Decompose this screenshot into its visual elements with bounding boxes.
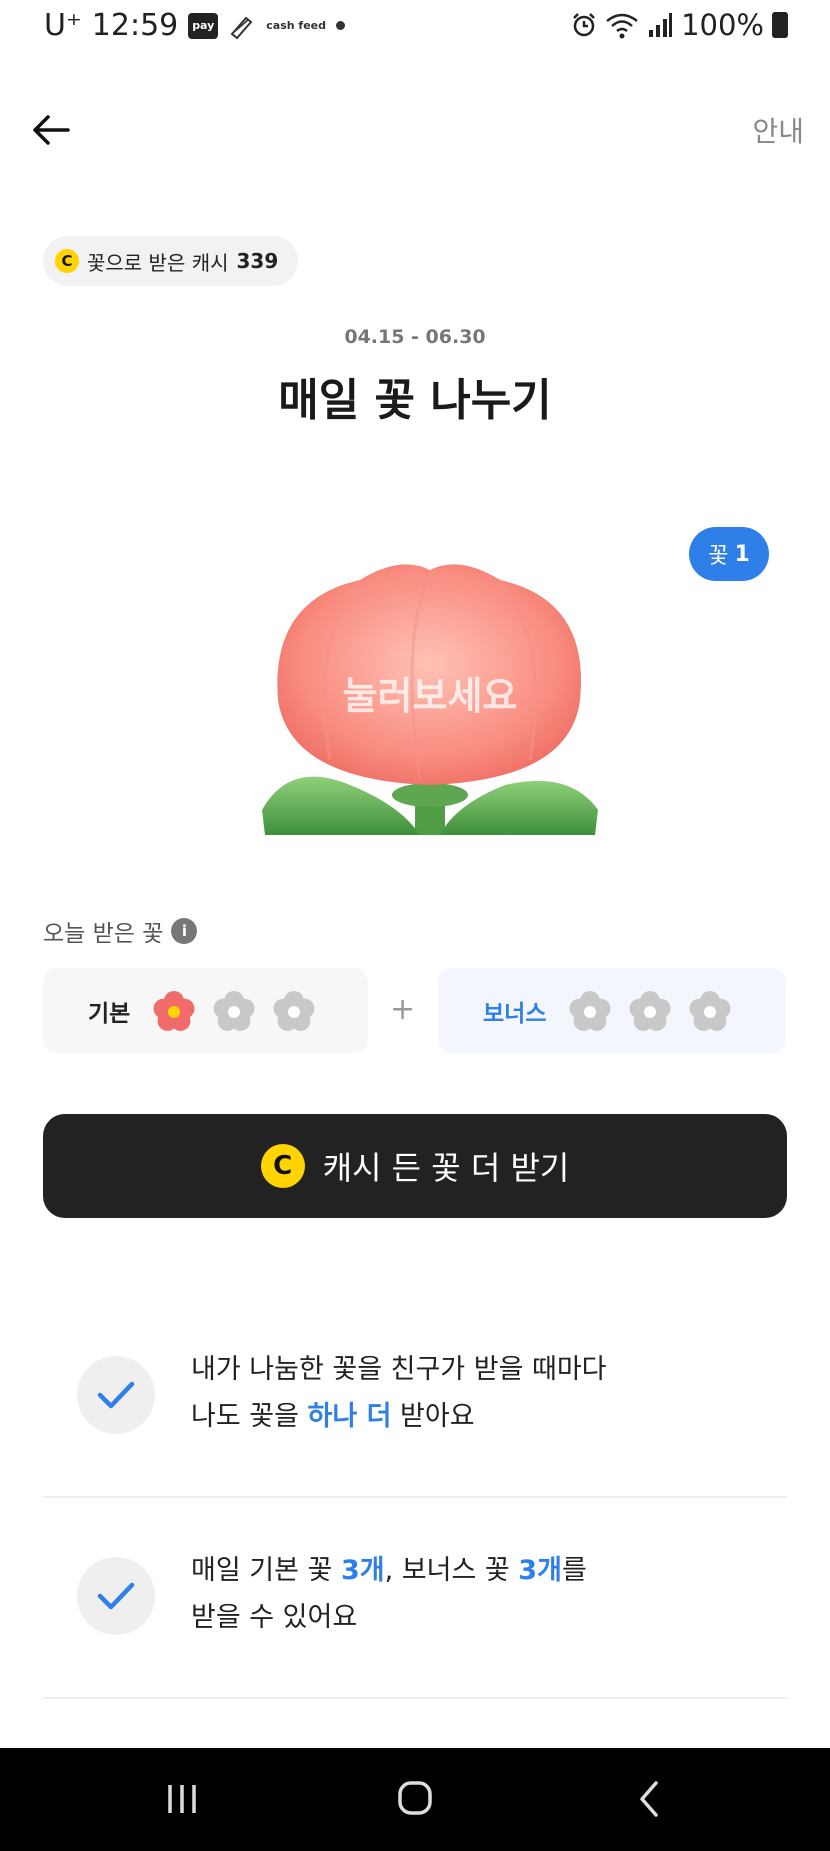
system-nav-bar — [0, 1748, 830, 1851]
coin-icon: C — [260, 1144, 305, 1188]
flower-empty-icon — [630, 990, 671, 1031]
benefit-text: 내가 나눔한 꽃을 친구가 받을 때마다 나도 꽃을 하나 더 받아요 — [191, 1346, 607, 1440]
flower-count-value: 1 — [734, 541, 750, 567]
flower-empty-icon — [273, 990, 315, 1031]
status-left: U⁺ 12:59 pay cash feed — [44, 8, 345, 43]
home-icon — [398, 1781, 432, 1815]
bonus-flowers-label: 보너스 — [483, 1000, 547, 1027]
recents-button[interactable] — [152, 1773, 212, 1825]
cashfeed-icon: cash feed — [266, 19, 326, 32]
basic-flowers-box: 기본 — [43, 968, 368, 1053]
status-bar: U⁺ 12:59 pay cash feed 100% — [0, 0, 830, 58]
page-title: 매일 꽃 나누기 — [278, 375, 552, 426]
today-flowers-title: 오늘 받은 꽃 i — [43, 914, 198, 948]
system-back-button[interactable] — [620, 1773, 680, 1825]
coin-icon: C — [55, 249, 79, 273]
flower-empty-icon — [690, 990, 731, 1031]
cash-earned-amount: 339 — [236, 249, 279, 273]
flower-empty-icon — [213, 990, 255, 1031]
pay-icon: pay — [188, 12, 219, 39]
notification-dot-icon — [336, 21, 345, 30]
check-icon — [77, 1356, 155, 1434]
bonus-flowers-row — [566, 987, 746, 1035]
benefit-text: 매일 기본 꽃 3개, 보너스 꽃 3개를 받을 수 있어요 — [191, 1547, 587, 1641]
wifi-icon — [606, 13, 638, 39]
cash-earned-label: 꽃으로 받은 캐시 — [87, 250, 229, 275]
check-icon — [77, 1557, 155, 1635]
flower-count-label: 꽃 — [708, 544, 729, 569]
benefit-line: 내가 나눔한 꽃을 친구가 받을 때마다 — [191, 1354, 607, 1385]
home-button[interactable] — [385, 1773, 445, 1825]
clock: 12:59 — [91, 8, 179, 43]
battery-icon — [772, 12, 788, 38]
arrow-left-icon — [33, 115, 70, 145]
benefit-line: 매일 기본 꽃 3개, 보너스 꽃 3개를 — [191, 1555, 587, 1586]
benefit-line: 받을 수 있어요 — [191, 1602, 358, 1633]
info-icon[interactable]: i — [171, 918, 198, 944]
tulip-tap-button[interactable]: 눌러보세요 — [250, 560, 610, 835]
benefit-row: 내가 나눔한 꽃을 친구가 받을 때마다 나도 꽃을 하나 더 받아요 — [43, 1296, 787, 1498]
flower-empty-icon — [570, 990, 611, 1031]
today-flowers-label: 오늘 받은 꽃 — [43, 921, 164, 947]
back-chevron-icon — [640, 1781, 658, 1817]
bonus-flowers-box: 보너스 — [438, 968, 786, 1053]
back-button[interactable] — [30, 108, 74, 152]
cash-earned-pill: C 꽃으로 받은 캐시 339 — [43, 236, 299, 286]
get-more-flowers-label: 캐시 든 꽃 더 받기 — [322, 1149, 570, 1187]
signal-icon — [649, 13, 673, 37]
recents-icon — [168, 1785, 196, 1813]
benefit-row: 매일 기본 꽃 3개, 보너스 꽃 3개를 받을 수 있어요 — [43, 1497, 787, 1699]
status-right: 100% — [571, 8, 788, 42]
event-dates: 04.15 - 06.30 — [344, 326, 486, 348]
benefit-line: 나도 꽃을 하나 더 받아요 — [191, 1401, 475, 1432]
alarm-icon — [573, 13, 595, 37]
battery-percent: 100% — [681, 8, 764, 42]
plus-sign: + — [390, 992, 416, 1027]
basic-flowers-row — [150, 987, 330, 1035]
basic-flowers-label: 기본 — [88, 1000, 131, 1027]
pencil-icon — [230, 16, 253, 39]
get-more-flowers-button[interactable]: C 캐시 든 꽃 더 받기 — [43, 1114, 787, 1218]
carrier-label: U⁺ — [44, 8, 82, 43]
flower-count-badge: 꽃 1 — [689, 527, 769, 581]
guide-button[interactable]: 안내 — [752, 110, 804, 150]
tap-hint-overlay: 눌러보세요 — [342, 674, 518, 718]
flower-filled-icon — [153, 990, 195, 1031]
